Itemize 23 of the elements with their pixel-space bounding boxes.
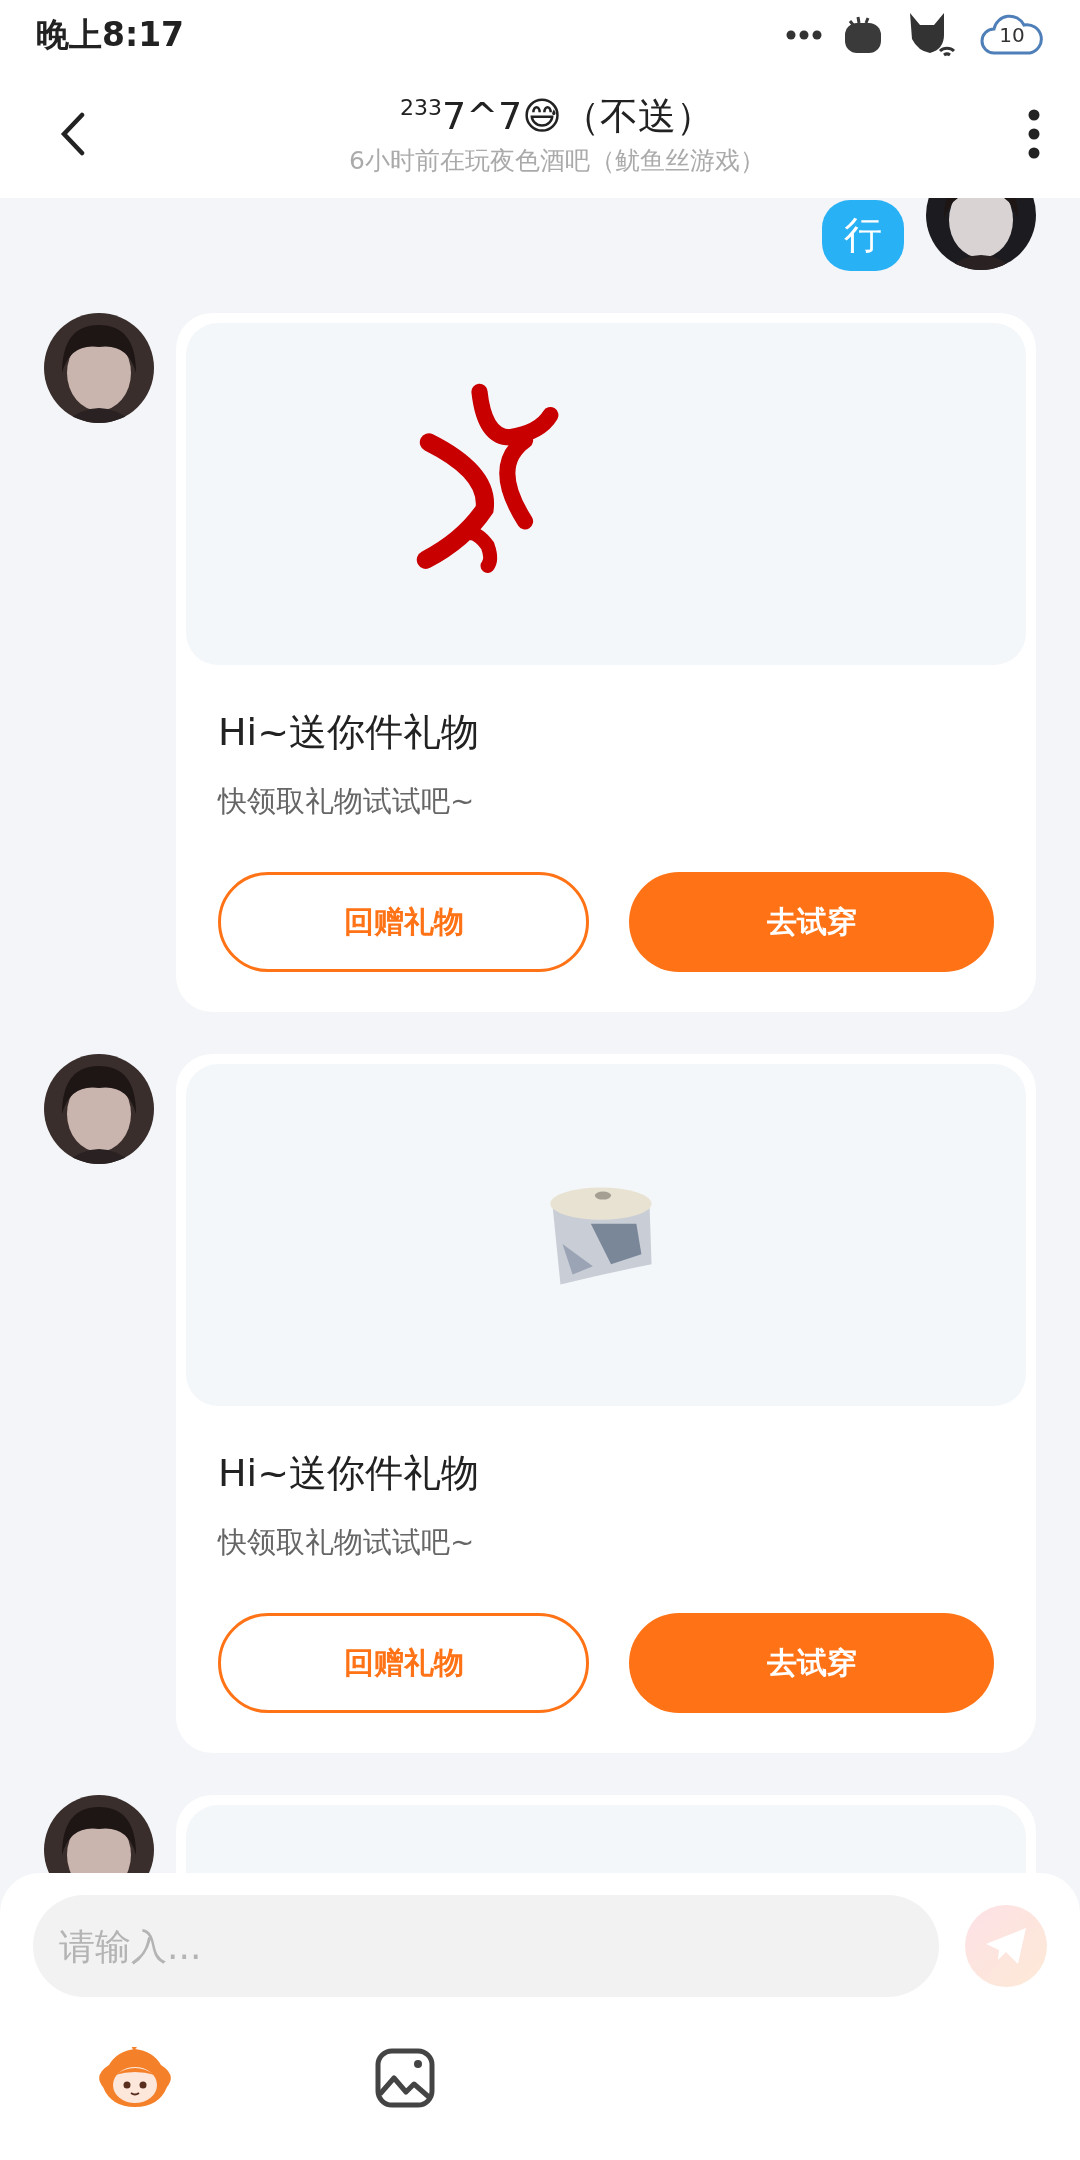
chat-title: $^{233}$7^7😅（不送） <box>400 93 714 140</box>
gift-message: 快领取礼物试试吧~ <box>218 783 476 820</box>
message-bubble: 行 <box>822 200 904 271</box>
send-icon <box>984 1926 1028 1966</box>
more-icon <box>1028 109 1040 159</box>
app-notification-icon <box>842 15 884 55</box>
clock-time: 晚上8:17 <box>36 13 185 56</box>
gift-title: Hi~送你件礼物 <box>218 1450 480 1497</box>
more-icon <box>786 30 822 40</box>
activity-status: 6小时前在玩夜色酒吧（鱿鱼丝游戏） <box>349 145 765 177</box>
cloud-badge: 10 <box>980 13 1044 57</box>
return-gift-button[interactable]: 回赠礼物 <box>218 1613 589 1713</box>
try-on-button[interactable]: 去试穿 <box>629 1613 994 1713</box>
gift-message: 快领取礼物试试吧~ <box>218 1524 476 1561</box>
try-on-button[interactable]: 去试穿 <box>629 872 994 972</box>
return-gift-button[interactable]: 回赠礼物 <box>218 872 589 972</box>
more-button[interactable] <box>1028 109 1040 159</box>
back-icon <box>60 112 86 156</box>
gift-title: Hi~送你件礼物 <box>218 709 480 756</box>
back-button[interactable] <box>60 112 86 156</box>
message-input[interactable]: 请输入... <box>33 1895 939 1997</box>
image-icon <box>375 2048 435 2108</box>
image-button[interactable] <box>375 2048 435 2108</box>
